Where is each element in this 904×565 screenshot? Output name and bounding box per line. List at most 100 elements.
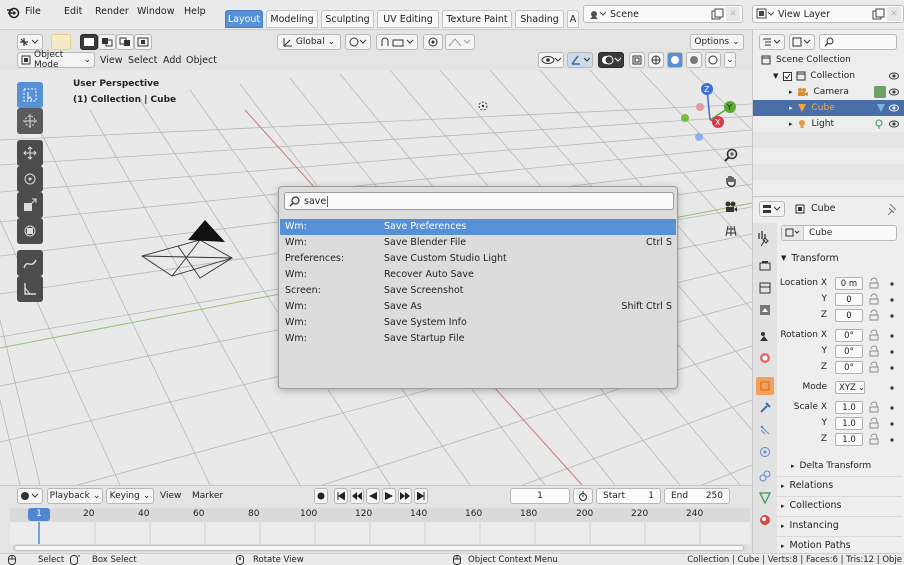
shading-options-dropdown[interactable]: ⌄: [724, 52, 736, 68]
camera-data-icon[interactable]: [874, 86, 886, 98]
transform-panel-header[interactable]: ▼ Transform: [777, 249, 902, 267]
light-data-icon[interactable]: [874, 119, 884, 129]
properties-editor-type-button[interactable]: [759, 201, 785, 217]
close-view-layer-icon[interactable]: ✕: [887, 7, 901, 21]
start-frame-field[interactable]: Start 1: [596, 488, 661, 504]
overlays-dropdown[interactable]: [598, 52, 624, 68]
play-icon[interactable]: [382, 488, 396, 504]
timeline-editor-type-button[interactable]: [17, 488, 43, 504]
pin-icon[interactable]: [886, 203, 898, 215]
collections-panel-header[interactable]: ▸ Collections: [777, 496, 902, 514]
tab-texture-paint[interactable]: Texture Paint: [442, 10, 512, 28]
menu-help[interactable]: Help: [184, 6, 206, 17]
tab-modifiers[interactable]: [756, 399, 774, 417]
stopwatch-icon[interactable]: [573, 488, 593, 504]
tab-physics[interactable]: [756, 443, 774, 461]
checkbox-icon[interactable]: [783, 71, 793, 81]
camera-view-icon[interactable]: [724, 200, 738, 214]
record-button[interactable]: [314, 488, 328, 504]
delta-transform-header[interactable]: ▸ Delta Transform: [777, 457, 902, 475]
menu-render[interactable]: Render: [95, 6, 129, 17]
scrollbar-thumb[interactable]: [14, 545, 744, 551]
tab-uv-editing[interactable]: UV Editing: [377, 10, 439, 28]
menu-file[interactable]: File: [25, 6, 41, 17]
eye-icon[interactable]: [889, 120, 899, 128]
outliner-item-camera[interactable]: ▸ Camera: [753, 84, 904, 100]
duplicate-scene-icon[interactable]: [710, 8, 724, 20]
object-type-dropdown[interactable]: [782, 226, 804, 240]
snap-dropdown[interactable]: [376, 34, 418, 50]
playback-dropdown[interactable]: Playback ⌄: [47, 488, 103, 504]
scale-z-field[interactable]: 1.0: [835, 433, 863, 446]
location-x-field[interactable]: 0 m: [835, 277, 863, 290]
modifier-icon[interactable]: [876, 103, 886, 113]
tool-transform[interactable]: [17, 218, 43, 244]
expand-icon[interactable]: ▸: [789, 120, 793, 128]
search-input[interactable]: save: [284, 192, 674, 210]
search-result[interactable]: Wm: Save As Shift Ctrl S: [280, 299, 676, 315]
keying-dropdown[interactable]: Keying ⌄: [106, 488, 154, 504]
instancing-panel-header[interactable]: ▸ Instancing: [777, 516, 902, 534]
tab-material[interactable]: [756, 511, 774, 529]
gizmo-dropdown[interactable]: [567, 52, 593, 68]
blender-logo-icon[interactable]: [6, 5, 20, 19]
tab-sculpting[interactable]: Sculpting: [321, 10, 374, 28]
menu-object[interactable]: Object: [186, 55, 217, 66]
keyframe-area[interactable]: [10, 522, 750, 544]
pivot-dropdown[interactable]: [345, 34, 371, 50]
menu-edit[interactable]: Edit: [64, 6, 82, 17]
tab-constraints[interactable]: [756, 467, 774, 485]
eye-icon[interactable]: [889, 104, 899, 112]
location-y-field[interactable]: 0: [835, 293, 863, 306]
relations-panel-header[interactable]: ▸ Relations: [777, 476, 902, 494]
pan-hand-icon[interactable]: [724, 174, 738, 188]
location-z-field[interactable]: 0: [835, 309, 863, 322]
rotation-y-field[interactable]: 0°: [835, 345, 863, 358]
search-result[interactable]: Wm: Save Blender File Ctrl S: [280, 235, 676, 251]
outliner-item-cube[interactable]: ▸ Cube: [753, 100, 904, 116]
timeline-menu-view[interactable]: View: [160, 491, 181, 501]
eye-icon[interactable]: [889, 72, 899, 80]
search-result[interactable]: Wm: Save Startup File: [280, 331, 676, 347]
outliner-search-input[interactable]: [819, 34, 897, 50]
tab-scene[interactable]: [756, 327, 774, 345]
outliner-item-light[interactable]: ▸ Light: [753, 116, 904, 132]
tool-move[interactable]: [17, 140, 43, 166]
tool-cursor[interactable]: [17, 108, 43, 134]
outliner-editor-type-button[interactable]: [759, 34, 785, 50]
select-invert-button[interactable]: [134, 34, 152, 50]
select-subtract-button[interactable]: [116, 34, 134, 50]
current-frame-field[interactable]: 1: [510, 488, 570, 504]
scale-y-field[interactable]: 1.0: [835, 417, 863, 430]
duplicate-view-layer-icon[interactable]: [871, 8, 885, 20]
playhead-frame[interactable]: 1: [28, 508, 50, 521]
expand-icon[interactable]: ▸: [789, 104, 793, 112]
rotation-z-field[interactable]: 0°: [835, 361, 863, 374]
visibility-dropdown[interactable]: [538, 52, 564, 68]
ortho-grid-icon[interactable]: [724, 224, 738, 238]
tab-animation[interactable]: A: [567, 10, 579, 28]
rotation-mode-dropdown[interactable]: XYZ ⌄: [835, 381, 865, 394]
menu-view[interactable]: View: [100, 55, 123, 66]
tool-rotate[interactable]: [17, 166, 43, 192]
tab-render[interactable]: [756, 257, 774, 275]
play-reverse-icon[interactable]: [366, 488, 380, 504]
prev-keyframe-icon[interactable]: [350, 488, 364, 504]
shading-material-button[interactable]: [686, 52, 702, 68]
tab-world[interactable]: [756, 349, 774, 367]
tool-scale[interactable]: [17, 192, 43, 218]
eye-icon[interactable]: [889, 88, 899, 96]
tab-object[interactable]: [756, 377, 774, 395]
tab-object-data[interactable]: [756, 489, 774, 507]
frame-ruler[interactable]: 1 20 40 60 80 100 120 140 160 180 200 22…: [10, 508, 750, 522]
editor-type-button[interactable]: [17, 34, 43, 50]
search-result[interactable]: Wm: Save System Info: [280, 315, 676, 331]
mode-dropdown[interactable]: Object Mode ⌄: [17, 50, 95, 70]
tab-view-layer[interactable]: [756, 301, 774, 319]
shading-rendered-button[interactable]: [705, 52, 721, 68]
search-result[interactable]: Screen: Save Screenshot: [280, 283, 676, 299]
scene-selector[interactable]: Scene ✕: [583, 5, 743, 23]
timeline-scrollbar[interactable]: [12, 544, 748, 552]
jump-end-icon[interactable]: [414, 488, 428, 504]
select-new-button[interactable]: [80, 34, 98, 50]
